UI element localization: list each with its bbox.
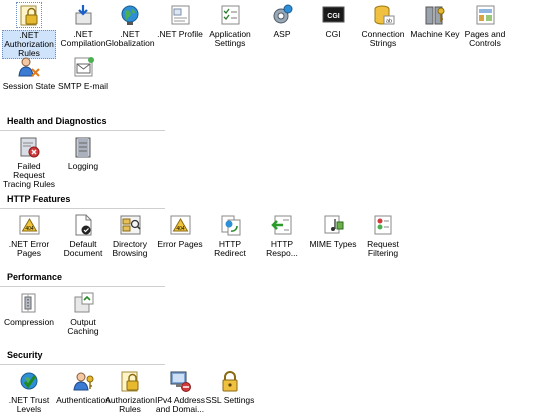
feature-pages-and-controls[interactable]: Pages and Controls <box>458 3 512 48</box>
feature-label: Connection Strings <box>361 29 405 48</box>
feature-smtp-e-mail[interactable]: SMTP E-mail <box>56 55 110 91</box>
feature-ipv4-address-and-domai[interactable]: IPv4 Address and Domai... <box>153 369 207 414</box>
section-divider <box>0 364 165 365</box>
trust-levels-icon <box>20 372 38 390</box>
section-header-health-and-diagnostics: Health and Diagnostics <box>7 116 107 126</box>
svg-text:404: 404 <box>25 226 34 232</box>
globe-icon <box>121 5 139 25</box>
ipv4-icon <box>170 371 191 392</box>
compilation-icon <box>75 5 92 25</box>
section-divider <box>0 130 165 131</box>
mime-types-icon <box>324 215 344 234</box>
feature-asp[interactable]: ASP <box>255 3 309 39</box>
svg-text:CGI: CGI <box>327 13 340 20</box>
lock-icon <box>222 371 238 392</box>
feature-net-trust-levels[interactable]: .NET Trust Levels <box>2 369 56 414</box>
feature-net-authorization-rules[interactable]: .NET Authorization Rules <box>2 2 56 59</box>
feature-label: Error Pages <box>157 239 203 249</box>
feature-label: Output Caching <box>67 317 99 336</box>
feature-authorization-rules[interactable]: Authorization Rules <box>103 369 157 414</box>
feature-label: .NET Error Pages <box>8 239 50 258</box>
feature-label: SMTP E-mail <box>58 81 108 91</box>
http-redirect-icon <box>221 215 241 236</box>
feature-label: Authorization Rules <box>105 395 155 414</box>
features-view: { "top_features": [ {"label": ".NET Auth… <box>0 0 540 419</box>
feature-label: Directory Browsing <box>112 239 148 258</box>
feature-connection-strings[interactable]: ab Connection Strings <box>356 3 410 48</box>
error-page-icon: 404 <box>170 215 191 235</box>
feature-ssl-settings[interactable]: SSL Settings <box>203 369 257 405</box>
feature-label: Failed Request Tracing Rules <box>2 161 56 189</box>
profile-icon <box>171 5 190 25</box>
feature-net-globalization[interactable]: .NET Globalization <box>103 3 157 48</box>
feature-label: Default Document <box>63 239 103 258</box>
feature-label: Application Settings <box>209 29 251 48</box>
feature-logging[interactable]: Logging <box>56 135 110 171</box>
feature-label: Pages and Controls <box>464 29 506 48</box>
feature-authentication[interactable]: Authentication <box>56 369 110 405</box>
feature-compression[interactable]: Compression <box>2 291 56 327</box>
feature-label: CGI <box>325 29 341 39</box>
feature-error-pages[interactable]: 404 Error Pages <box>153 213 207 249</box>
logging-icon <box>75 137 91 158</box>
cgi-icon: CGI <box>322 6 345 23</box>
section-header-http-features: HTTP Features <box>7 194 71 204</box>
failed-request-icon <box>20 137 40 158</box>
feature-label: Logging <box>67 161 99 171</box>
feature-net-compilation[interactable]: .NET Compilation <box>56 3 110 48</box>
feature-label: Machine Key <box>410 29 460 39</box>
feature-label: Session State <box>2 81 56 91</box>
section-header-performance: Performance <box>7 272 63 282</box>
feature-failed-request-tracing-rules[interactable]: Failed Request Tracing Rules <box>2 135 56 189</box>
settings-icon <box>221 5 240 25</box>
asp-icon <box>273 4 293 24</box>
feature-http-respo[interactable]: HTTP Respo... <box>255 213 309 258</box>
feature-label: HTTP Respo... <box>266 239 298 258</box>
feature-mime-types[interactable]: MIME Types <box>306 213 360 249</box>
feature-label: SSL Settings <box>205 395 255 405</box>
error-page-icon: 404 <box>19 215 40 235</box>
feature-net-error-pages[interactable]: 404 .NET Error Pages <box>2 213 56 258</box>
feature-net-profile[interactable]: .NET Profile <box>153 3 207 39</box>
machine-key-icon <box>425 6 445 25</box>
authorization-rules-icon <box>121 371 139 392</box>
feature-session-state[interactable]: Session State <box>2 55 56 91</box>
feature-directory-browsing[interactable]: Directory Browsing <box>103 213 157 258</box>
feature-label: MIME Types <box>309 239 357 249</box>
feature-label: Compression <box>3 317 55 327</box>
database-icon: ab <box>374 5 395 25</box>
section-divider <box>0 208 165 209</box>
feature-default-document[interactable]: Default Document <box>56 213 110 258</box>
feature-application-settings[interactable]: Application Settings <box>203 3 257 48</box>
svg-text:404: 404 <box>176 226 185 232</box>
feature-http-redirect[interactable]: HTTP Redirect <box>203 213 257 258</box>
feature-label: HTTP Redirect <box>214 239 246 258</box>
session-state-icon <box>18 57 40 77</box>
smtp-email-icon <box>74 57 94 77</box>
feature-label: IPv4 Address and Domai... <box>154 395 206 414</box>
pages-controls-icon <box>476 5 495 25</box>
request-filtering-icon <box>374 215 392 235</box>
feature-label: .NET Profile <box>157 29 203 39</box>
compression-icon <box>21 293 36 313</box>
feature-machine-key[interactable]: Machine Key <box>408 3 462 39</box>
feature-label: .NET Globalization <box>105 29 155 48</box>
feature-label: Request Filtering <box>367 239 399 258</box>
output-caching-icon <box>74 292 94 313</box>
feature-label: ASP <box>273 29 291 39</box>
directory-browsing-icon <box>120 215 141 235</box>
feature-request-filtering[interactable]: Request Filtering <box>356 213 410 258</box>
http-response-headers-icon <box>271 215 292 235</box>
feature-label: Authentication <box>56 395 110 405</box>
section-header-security: Security <box>7 350 43 360</box>
feature-label: .NET Trust Levels <box>8 395 50 414</box>
authentication-icon <box>73 372 94 391</box>
svg-text:ab: ab <box>386 19 392 25</box>
section-divider <box>0 286 165 287</box>
authorization-rules-icon <box>16 2 42 28</box>
feature-label: .NET Compilation <box>60 29 106 48</box>
feature-cgi[interactable]: CGI CGI <box>306 3 360 39</box>
default-document-icon <box>75 214 92 236</box>
feature-output-caching[interactable]: Output Caching <box>56 291 110 336</box>
